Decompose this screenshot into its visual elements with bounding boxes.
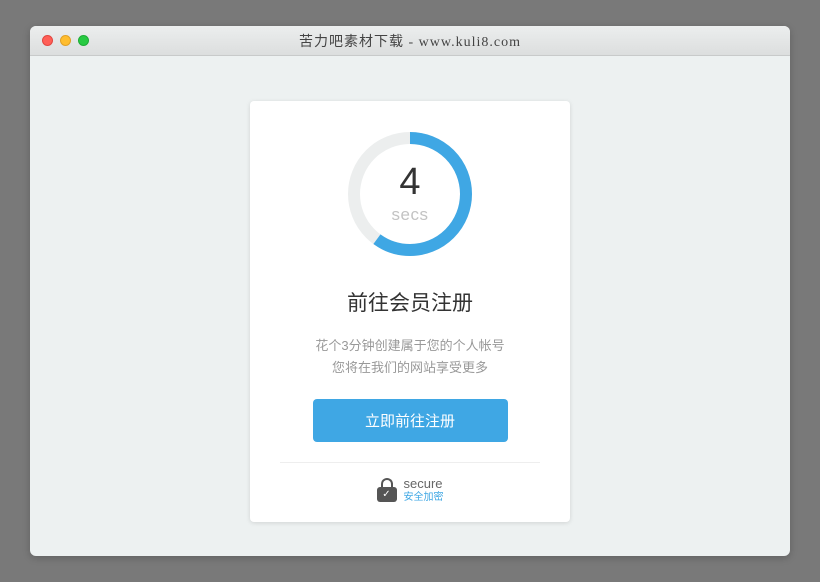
register-button[interactable]: 立即前往注册 xyxy=(313,399,508,442)
secure-text: secure 安全加密 xyxy=(404,477,444,503)
traffic-lights xyxy=(42,35,89,46)
secure-label: secure xyxy=(404,477,444,492)
countdown-counter: 4 secs xyxy=(345,129,475,259)
desc-line-1: 花个3分钟创建属于您的个人帐号 xyxy=(315,338,504,353)
close-icon[interactable] xyxy=(42,35,53,46)
titlebar: 苦力吧素材下载 - www.kuli8.com xyxy=(30,26,790,56)
secure-link[interactable]: 安全加密 xyxy=(404,492,444,504)
card-description: 花个3分钟创建属于您的个人帐号 您将在我们的网站享受更多 xyxy=(315,335,504,379)
card-heading: 前往会员注册 xyxy=(347,287,473,317)
countdown-progress: 4 secs xyxy=(345,129,475,259)
minimize-icon[interactable] xyxy=(60,35,71,46)
browser-window: 苦力吧素材下载 - www.kuli8.com 4 secs 前往会员注册 花个… xyxy=(30,26,790,556)
countdown-value: 4 xyxy=(399,163,420,201)
lock-icon: ✓ xyxy=(377,478,397,502)
maximize-icon[interactable] xyxy=(78,35,89,46)
content-area: 4 secs 前往会员注册 花个3分钟创建属于您的个人帐号 您将在我们的网站享受… xyxy=(30,56,790,556)
countdown-card: 4 secs 前往会员注册 花个3分钟创建属于您的个人帐号 您将在我们的网站享受… xyxy=(250,101,570,522)
window-title: 苦力吧素材下载 - www.kuli8.com xyxy=(42,31,778,51)
desc-line-2: 您将在我们的网站享受更多 xyxy=(332,360,488,375)
countdown-unit: secs xyxy=(392,205,429,225)
secure-row: ✓ secure 安全加密 xyxy=(280,462,540,503)
